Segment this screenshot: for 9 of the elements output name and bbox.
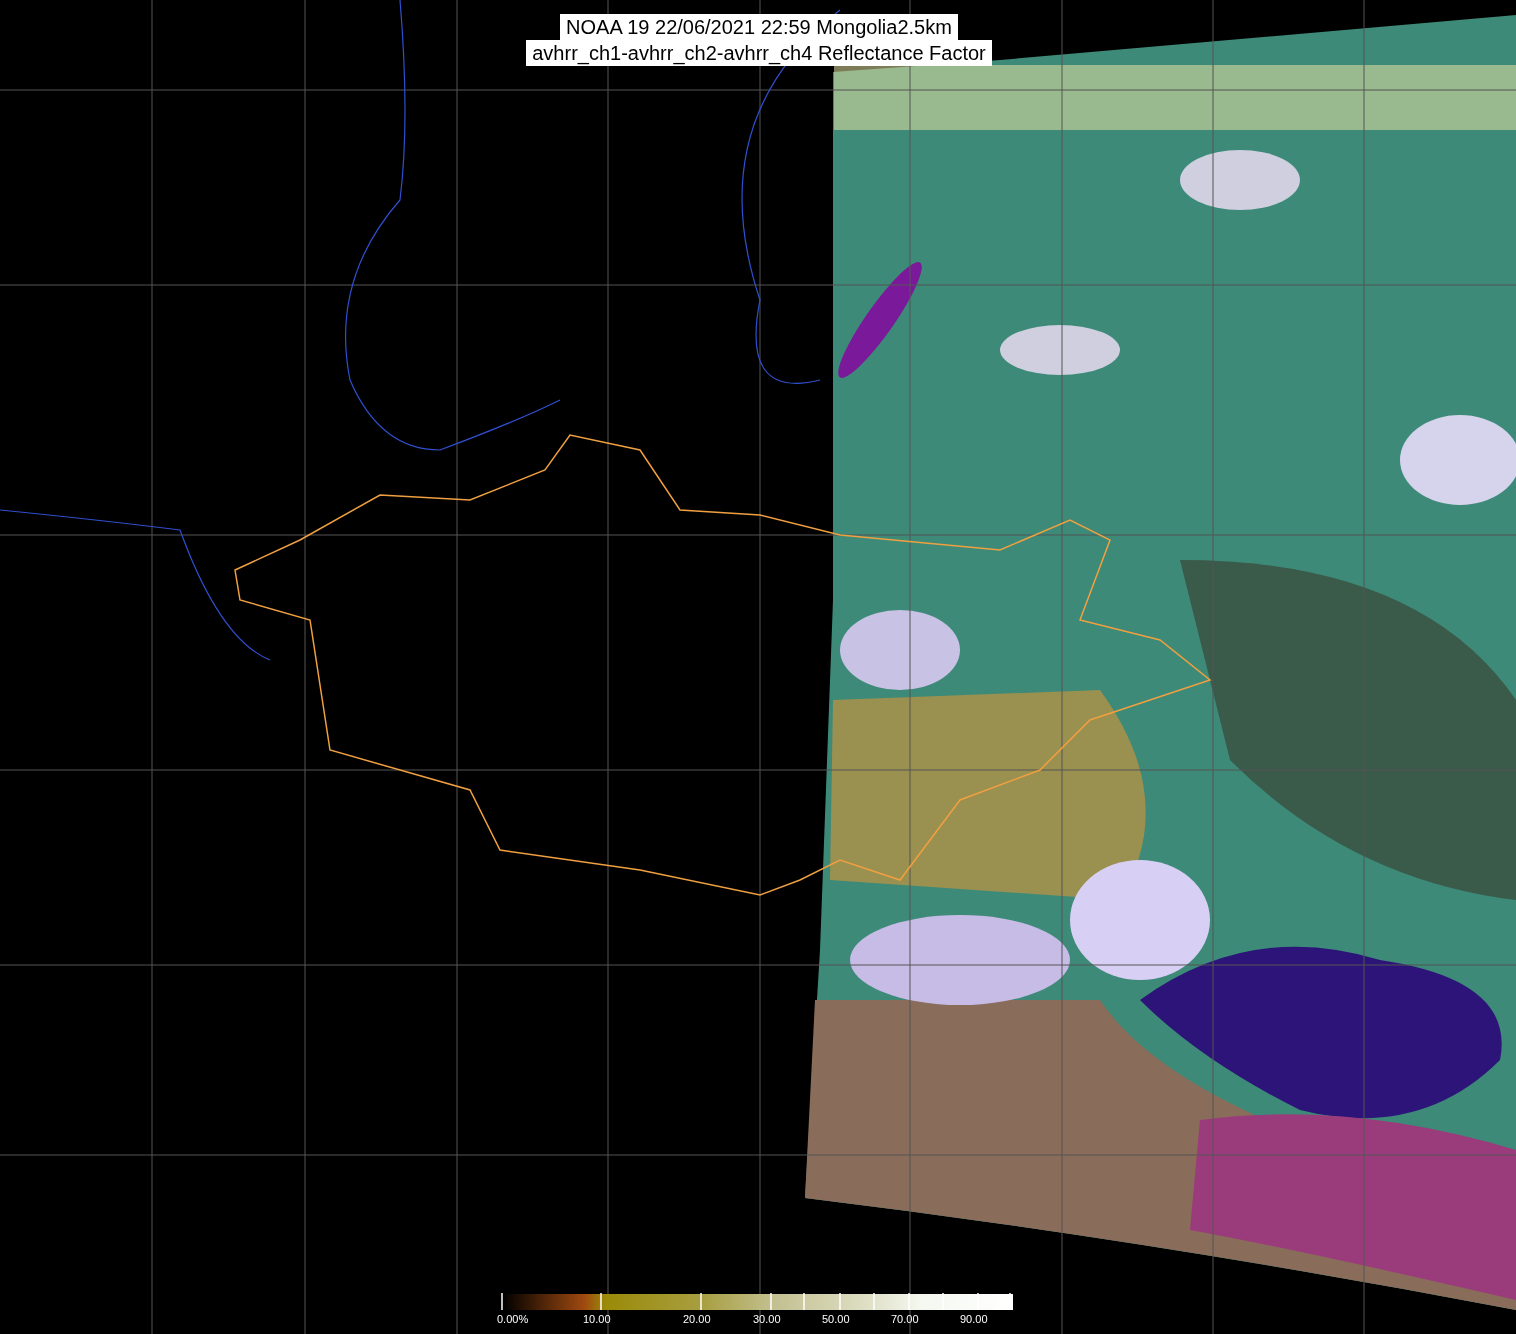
- scale-label: 30.00: [753, 1312, 781, 1326]
- scale-label: 10.00: [583, 1312, 611, 1326]
- image-subtitle: avhrr_ch1-avhrr_ch2-avhrr_ch4 Reflectance Factor: [526, 40, 992, 66]
- scale-label: 90.00: [960, 1312, 988, 1326]
- scale-label: 70.00: [891, 1312, 919, 1326]
- image-title: NOAA 19 22/06/2021 22:59 Mongolia2.5km: [560, 14, 958, 40]
- scale-label: 0.00%: [497, 1312, 529, 1326]
- scale-label: 50.00: [822, 1312, 850, 1326]
- scale-label: 20.00: [683, 1312, 711, 1326]
